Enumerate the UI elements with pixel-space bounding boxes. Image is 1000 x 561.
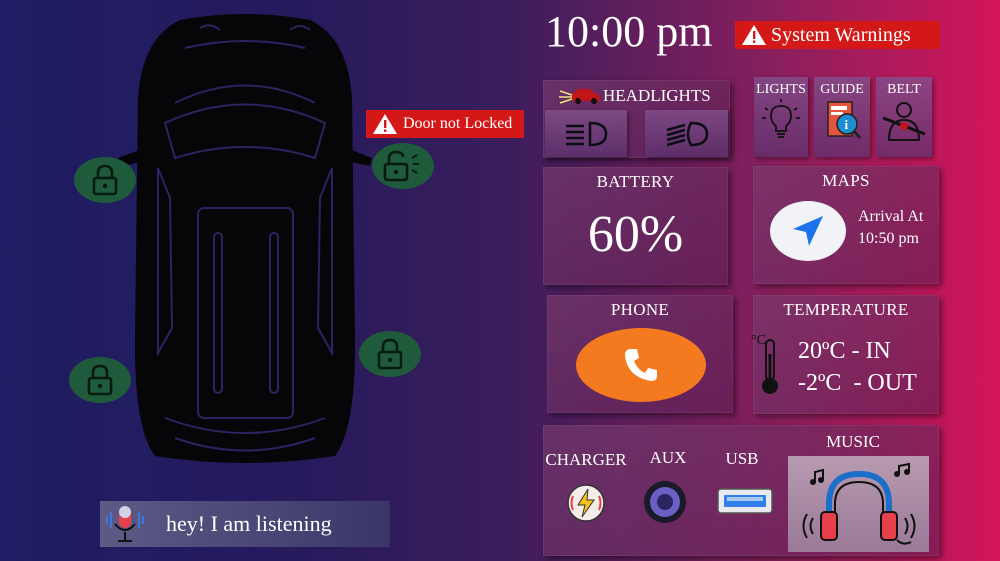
maps-title: MAPS bbox=[822, 171, 870, 190]
temperature-inside: 20ºC - IN bbox=[798, 338, 891, 364]
guide-label: GUIDE bbox=[820, 82, 864, 97]
usb-button[interactable] bbox=[717, 488, 773, 514]
microphone-icon bbox=[106, 506, 144, 542]
low-beam-icon bbox=[566, 121, 608, 146]
arrival-label: Arrival At bbox=[858, 208, 924, 225]
system-warnings-badge[interactable]: System Warnings bbox=[735, 21, 940, 49]
headphones-icon bbox=[802, 462, 915, 545]
call-button[interactable] bbox=[576, 328, 706, 402]
rear-left-lock-icon[interactable] bbox=[69, 357, 131, 403]
warning-icon bbox=[742, 25, 766, 45]
battery-title: BATTERY bbox=[596, 172, 675, 191]
navigation-arrow-icon bbox=[793, 216, 823, 246]
arrival-time: 10:50 pm bbox=[858, 230, 919, 247]
phone-handset-icon bbox=[625, 349, 657, 381]
clock-time: 10:00 pm bbox=[545, 7, 713, 56]
music-title: MUSIC bbox=[826, 432, 880, 451]
car-top-view bbox=[110, 8, 380, 468]
door-warning-text: Door not Locked bbox=[403, 115, 513, 132]
car-icon bbox=[118, 14, 372, 463]
front-left-lock-icon[interactable] bbox=[74, 157, 136, 203]
voice-status-text: hey! I am listening bbox=[166, 511, 332, 536]
aux-button[interactable] bbox=[641, 478, 689, 526]
low-beam-button[interactable] bbox=[545, 110, 627, 157]
usb-port-icon bbox=[717, 488, 773, 514]
guide-book-icon: i bbox=[827, 101, 862, 139]
high-beam-icon bbox=[666, 121, 708, 146]
charger-icon bbox=[567, 484, 605, 522]
charger-label: CHARGER bbox=[545, 450, 627, 469]
warning-icon bbox=[373, 114, 397, 134]
aux-port-icon bbox=[644, 481, 686, 523]
rear-right-lock-icon[interactable] bbox=[359, 331, 421, 377]
headlights-car-icon bbox=[559, 89, 600, 104]
belt-label: BELT bbox=[887, 82, 921, 97]
music-button[interactable] bbox=[788, 456, 929, 552]
system-warnings-label: System Warnings bbox=[771, 23, 911, 46]
temperature-outside: -2ºC - OUT bbox=[798, 370, 917, 396]
lightbulb-icon bbox=[762, 99, 800, 138]
front-right-unlocked-icon[interactable] bbox=[372, 143, 434, 189]
guide-button[interactable]: GUIDE i bbox=[814, 77, 870, 157]
svg-text:°C: °C bbox=[751, 333, 766, 348]
usb-label: USB bbox=[725, 449, 759, 468]
charger-button[interactable] bbox=[565, 482, 607, 524]
navigation-button[interactable] bbox=[770, 201, 846, 261]
lights-button[interactable]: LIGHTS bbox=[754, 77, 808, 157]
battery-value: 60% bbox=[587, 206, 684, 263]
door-warning-badge[interactable]: Door not Locked bbox=[366, 110, 524, 138]
headlights-title: HEADLIGHTS bbox=[603, 86, 711, 105]
thermometer-icon: °C bbox=[751, 333, 778, 394]
battery-card[interactable]: BATTERY 60% bbox=[543, 167, 728, 285]
phone-title: PHONE bbox=[610, 300, 670, 319]
belt-button[interactable]: BELT bbox=[876, 77, 932, 157]
svg-text:i: i bbox=[845, 117, 849, 132]
voice-assistant-bar[interactable]: hey! I am listening bbox=[100, 501, 390, 547]
seatbelt-icon bbox=[882, 102, 926, 141]
phone-card: PHONE bbox=[547, 295, 733, 413]
temperature-card: TEMPERATURE °C 20ºC - IN -2ºC - OUT bbox=[751, 295, 939, 414]
maps-card[interactable]: MAPS Arrival At 10:50 pm bbox=[753, 166, 939, 284]
temperature-title: TEMPERATURE bbox=[783, 300, 909, 319]
lights-label: LIGHTS bbox=[756, 82, 806, 97]
high-beam-button[interactable] bbox=[645, 110, 728, 157]
aux-label: AUX bbox=[649, 448, 687, 467]
